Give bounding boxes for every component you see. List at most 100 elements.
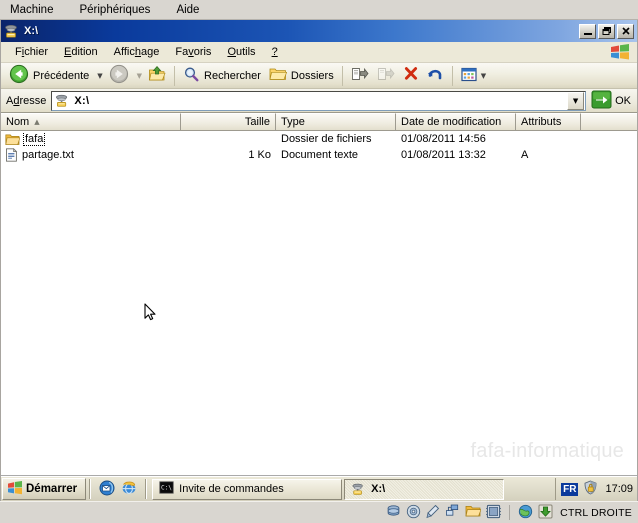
move-to-icon — [351, 66, 369, 85]
menu-help[interactable]: ? — [264, 44, 286, 60]
folder-icon — [5, 133, 20, 146]
go-label: OK — [615, 94, 631, 107]
vbox-status-separator — [509, 505, 511, 520]
close-button[interactable] — [617, 23, 634, 39]
file-modified: 01/08/2011 13:32 — [401, 149, 486, 161]
table-row[interactable]: fafa Dossier de fichiers 01/08/2011 14:5… — [1, 131, 637, 147]
explorer-toolbar: Précédente ▼ ▼ Rechercher Dossiers ▼ — [1, 63, 637, 89]
network-drive-icon — [351, 482, 366, 496]
copy-to-button[interactable] — [373, 65, 399, 87]
file-name-cell[interactable]: partage.txt — [1, 148, 181, 162]
go-button[interactable]: OK — [591, 90, 635, 112]
column-header-nom[interactable]: Nom ▲ — [1, 113, 181, 130]
folders-icon — [269, 66, 288, 85]
go-arrow-icon — [591, 90, 612, 112]
search-label: Rechercher — [204, 69, 261, 82]
up-folder-icon — [148, 65, 166, 86]
file-name: partage.txt — [22, 149, 74, 161]
text-file-icon — [5, 148, 18, 162]
table-row[interactable]: partage.txt 1 Ko Document texte 01/08/20… — [1, 147, 637, 163]
back-button[interactable]: Précédente — [5, 64, 93, 87]
menu-affichage[interactable]: Affichage — [106, 44, 168, 60]
folders-button[interactable]: Dossiers — [265, 65, 338, 87]
search-button[interactable]: Rechercher — [179, 65, 265, 87]
column-header-attributs[interactable]: Attributs — [516, 113, 581, 130]
forward-button[interactable] — [105, 64, 133, 87]
host-key-icon — [538, 504, 553, 522]
virtualbox-window: Machine Périphériques Aide X:\ Fichier E… — [0, 0, 638, 523]
menu-fichier[interactable]: Fichier — [7, 44, 56, 60]
undo-button[interactable] — [423, 65, 448, 87]
file-name: fafa — [22, 132, 46, 146]
move-to-button[interactable] — [347, 65, 373, 87]
task-x-drive[interactable]: X:\ — [344, 478, 505, 500]
file-rows: fafa Dossier de fichiers 01/08/2011 14:5… — [1, 131, 637, 163]
menu-edition[interactable]: Edition — [56, 44, 106, 60]
vbox-menu-aide[interactable]: Aide — [176, 4, 199, 16]
windows-flag-icon — [609, 44, 631, 61]
address-dropdown-icon[interactable]: ▼ — [567, 91, 585, 110]
toolbar-separator-2 — [341, 65, 343, 86]
console-icon: C:\ — [159, 481, 174, 497]
toolbar-separator-3 — [451, 65, 453, 86]
undo-icon — [427, 66, 444, 85]
svg-text:C:\: C:\ — [161, 485, 172, 492]
column-header-type[interactable]: Type — [276, 113, 396, 130]
cd-icon[interactable] — [406, 504, 421, 522]
network-drive-icon — [4, 23, 20, 39]
back-arrow-icon — [9, 64, 29, 87]
address-input[interactable]: X:\ ▼ — [51, 90, 587, 111]
file-attributes: A — [521, 149, 529, 161]
forward-arrow-icon — [109, 64, 129, 87]
window-controls — [579, 23, 634, 39]
usb-icon[interactable] — [426, 504, 440, 522]
views-button[interactable]: ▼ — [457, 65, 492, 87]
window-titlebar[interactable]: X:\ — [1, 20, 637, 42]
menu-outils[interactable]: Outils — [219, 44, 263, 60]
network-icon[interactable] — [445, 504, 460, 521]
toolbar-separator — [174, 65, 176, 86]
system-tray: FR 17:09 — [555, 478, 637, 500]
column-header-taille[interactable]: Taille — [181, 113, 276, 130]
menu-favoris[interactable]: Favoris — [167, 44, 219, 60]
explorer-menubar: Fichier Edition Affichage Favoris Outils… — [1, 42, 637, 63]
display-icon[interactable] — [486, 504, 502, 522]
internet-explorer-icon[interactable] — [121, 480, 137, 499]
language-indicator[interactable]: FR — [561, 482, 579, 496]
file-list-view[interactable]: Nom ▲ Taille Type Date de modification At… — [1, 113, 637, 476]
back-label: Précédente — [33, 69, 90, 82]
vbox-menu-peripheriques[interactable]: Périphériques — [79, 4, 150, 16]
taskbar: Démarrer C:\ Invite de commandes X:\ FR … — [1, 476, 637, 501]
start-label: Démarrer — [26, 483, 78, 495]
restore-button[interactable] — [598, 23, 615, 39]
column-header-date[interactable]: Date de modification — [396, 113, 516, 130]
taskbar-separator-2 — [145, 479, 148, 499]
globe-icon[interactable] — [518, 504, 533, 522]
sort-ascending-icon: ▲ — [34, 118, 40, 126]
up-button[interactable] — [144, 65, 170, 87]
outlook-express-icon[interactable] — [99, 480, 115, 499]
clock[interactable]: 17:09 — [605, 483, 633, 495]
delete-icon — [403, 66, 419, 85]
file-name-cell[interactable]: fafa — [1, 132, 181, 146]
network-drive-icon — [55, 93, 70, 108]
security-center-icon[interactable] — [583, 480, 598, 498]
mouse-cursor — [144, 303, 157, 325]
task-label: Invite de commandes — [179, 483, 284, 495]
column-header-filler — [581, 113, 637, 130]
vbox-menu-machine[interactable]: Machine — [10, 4, 53, 16]
address-label: Adresse — [6, 94, 47, 107]
address-value: X:\ — [74, 94, 90, 107]
guest-screen: X:\ Fichier Edition Affichage Favoris Ou… — [0, 20, 638, 501]
folder-shared-icon[interactable] — [465, 504, 482, 521]
start-button[interactable]: Démarrer — [2, 478, 87, 500]
delete-button[interactable] — [399, 65, 423, 87]
taskbar-separator — [89, 479, 92, 499]
minimize-button[interactable] — [579, 23, 596, 39]
harddisk-icon[interactable] — [386, 504, 401, 522]
search-icon — [183, 66, 200, 86]
back-dropdown-icon[interactable]: ▼ — [97, 72, 102, 80]
task-invite-de-commandes[interactable]: C:\ Invite de commandes — [152, 478, 343, 500]
views-dropdown-icon[interactable]: ▼ — [481, 72, 486, 80]
host-key-label: CTRL DROITE — [560, 506, 632, 519]
